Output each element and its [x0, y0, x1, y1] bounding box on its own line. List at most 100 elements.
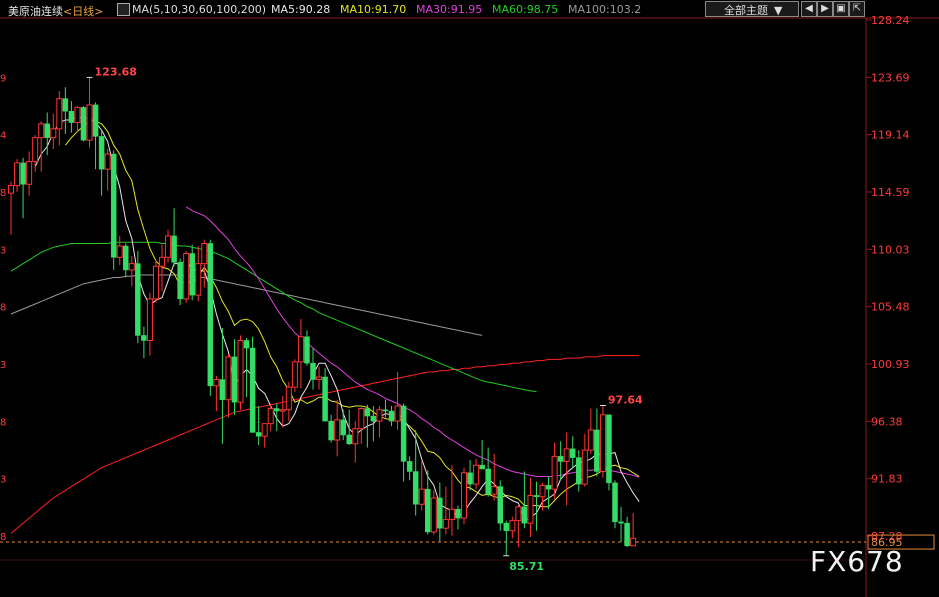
candle-body	[563, 448, 570, 462]
candle-body	[587, 429, 594, 451]
candle-body	[388, 410, 395, 422]
candle-body	[618, 521, 624, 524]
left-axis-label: 4	[0, 131, 6, 142]
left-axis-label: 8	[0, 188, 6, 199]
candle-body	[104, 153, 111, 170]
candle-body	[68, 110, 75, 123]
candle-body	[32, 137, 39, 163]
candle-body	[448, 508, 455, 520]
candle-body	[116, 245, 123, 258]
candle-body	[503, 522, 510, 531]
candle-body	[267, 408, 274, 425]
candle-body	[606, 414, 612, 484]
candle-body	[515, 506, 522, 522]
candle-body	[177, 262, 183, 300]
ma5-line	[34, 115, 640, 522]
candle-body	[304, 336, 310, 364]
candle-body	[467, 472, 473, 485]
annotation-label: 85.71	[509, 560, 544, 573]
candle-body	[430, 497, 437, 533]
candle-body	[171, 235, 177, 263]
candle-body	[74, 106, 81, 124]
candle-body	[557, 456, 564, 462]
candle-body	[364, 408, 371, 417]
left-axis-label: 8	[0, 417, 6, 428]
candle-body	[80, 107, 87, 141]
y-tick-label: 91.83	[871, 473, 903, 486]
candle-body	[479, 464, 485, 470]
candle-body	[624, 522, 630, 547]
candle-body	[50, 128, 57, 139]
candle-body	[146, 298, 153, 341]
candle-body	[86, 104, 93, 141]
candle-body	[358, 408, 365, 430]
candle-body	[612, 482, 618, 523]
candle-body	[165, 235, 172, 258]
candle-body	[533, 495, 540, 497]
candle-body	[400, 405, 407, 462]
y-tick-label: 105.48	[871, 301, 910, 314]
candle-body	[135, 263, 141, 336]
candle-body	[581, 449, 588, 485]
candle-body	[352, 428, 359, 445]
candle-body	[62, 98, 69, 112]
candle-body	[152, 265, 159, 300]
candle-body	[243, 340, 250, 349]
y-tick-label: 119.14	[871, 129, 910, 142]
candle-body	[279, 409, 286, 412]
candle-body	[630, 537, 637, 547]
left-axis-label: 3	[0, 245, 6, 256]
candle-body	[539, 484, 546, 498]
candle-body	[521, 506, 528, 524]
y-tick-label: 110.03	[871, 243, 910, 256]
y-tick-label: 100.93	[871, 358, 910, 371]
left-axis-label: 8	[0, 532, 6, 543]
candle-body	[509, 520, 516, 532]
left-axis-label: 3	[0, 360, 6, 371]
candle-body	[382, 409, 389, 412]
candle-body	[406, 461, 413, 472]
y-tick-label: 114.59	[871, 186, 910, 199]
candle-body	[569, 448, 576, 458]
candle-body	[461, 472, 467, 519]
candle-body	[491, 486, 498, 495]
annotation-label: 97.64	[608, 393, 643, 406]
candle-body	[249, 347, 256, 433]
candle-body	[207, 243, 214, 387]
candle-body	[225, 356, 232, 401]
ma30-line	[185, 206, 640, 478]
candle-body	[594, 429, 600, 472]
candle-body	[201, 242, 208, 265]
candle-body	[412, 471, 419, 505]
left-axis-label: 8	[0, 303, 6, 314]
candle-body	[551, 455, 558, 490]
candle-body	[297, 336, 304, 363]
candle-body	[26, 161, 33, 185]
left-axis-label: 9	[0, 73, 6, 84]
candle-body	[418, 488, 425, 505]
left-axis-label: 3	[0, 475, 6, 486]
annotation-label: 123.68	[95, 65, 137, 78]
candle-body	[44, 123, 50, 138]
candle-body	[322, 376, 328, 422]
candle-body	[195, 263, 202, 296]
candle-body	[189, 253, 195, 296]
candle-body	[183, 253, 190, 300]
candle-body	[14, 162, 21, 187]
candlestick-chart[interactable]: 128.24 123.69 119.14 114.59 110.03 105.48 100.…	[0, 0, 939, 597]
candle-body	[213, 379, 220, 387]
candle-body	[92, 104, 99, 137]
candle-body	[316, 376, 323, 381]
candle-body	[437, 497, 443, 529]
ma100-line	[10, 274, 483, 336]
candle-body	[8, 185, 14, 194]
candle-body	[497, 486, 503, 524]
candle-body	[310, 362, 316, 380]
candle-body	[98, 136, 105, 170]
candle-body	[231, 356, 238, 403]
candle-body	[340, 419, 346, 436]
candle-body	[328, 420, 334, 441]
candle-body	[473, 464, 480, 485]
y-tick-label: 96.38	[871, 415, 903, 428]
candle-body	[110, 153, 117, 258]
